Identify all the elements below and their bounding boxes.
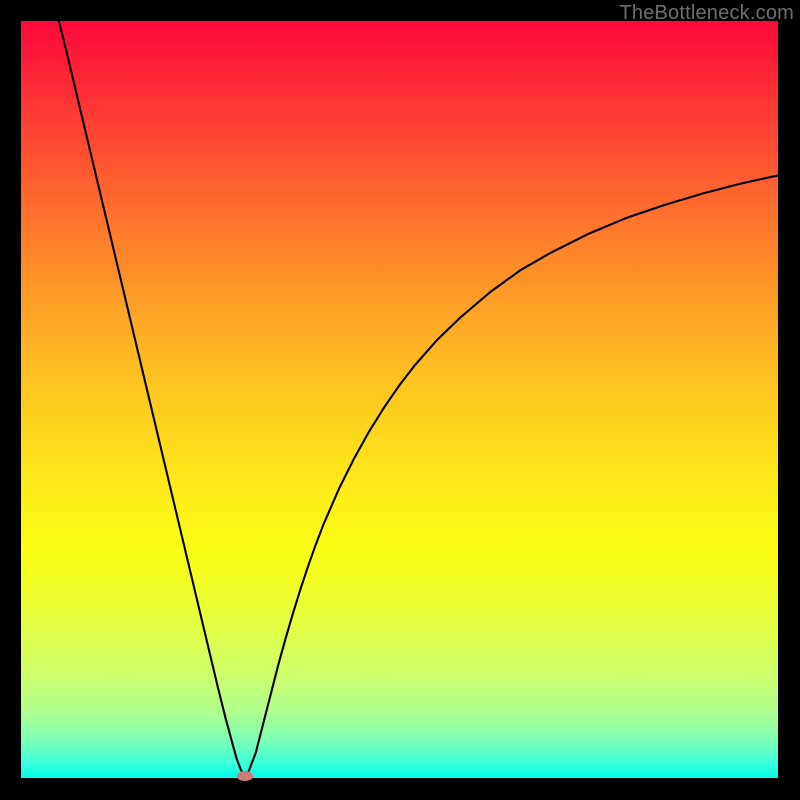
chart-frame: TheBottleneck.com <box>0 0 800 800</box>
attribution-text: TheBottleneck.com <box>619 2 794 25</box>
minimum-marker <box>237 771 253 781</box>
gradient-background <box>21 21 778 778</box>
